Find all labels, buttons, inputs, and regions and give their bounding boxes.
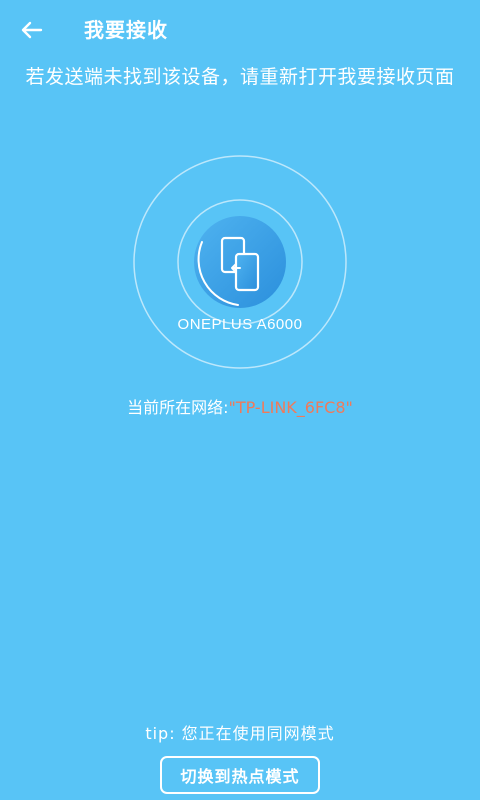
- switch-hotspot-mode-button[interactable]: 切换到热点模式: [160, 756, 320, 794]
- front-phone: [234, 252, 260, 292]
- network-label: 当前所在网络:: [127, 398, 229, 417]
- mode-tip: tip: 您正在使用同网模式: [145, 724, 335, 743]
- radar-animation: [133, 155, 347, 369]
- network-ssid: "TP-LINK_6FC8": [228, 398, 353, 417]
- current-network: 当前所在网络:"TP-LINK_6FC8": [0, 396, 480, 420]
- phone-transfer-icon: [194, 216, 286, 308]
- device-name: ONEPLUS A6000: [177, 316, 303, 333]
